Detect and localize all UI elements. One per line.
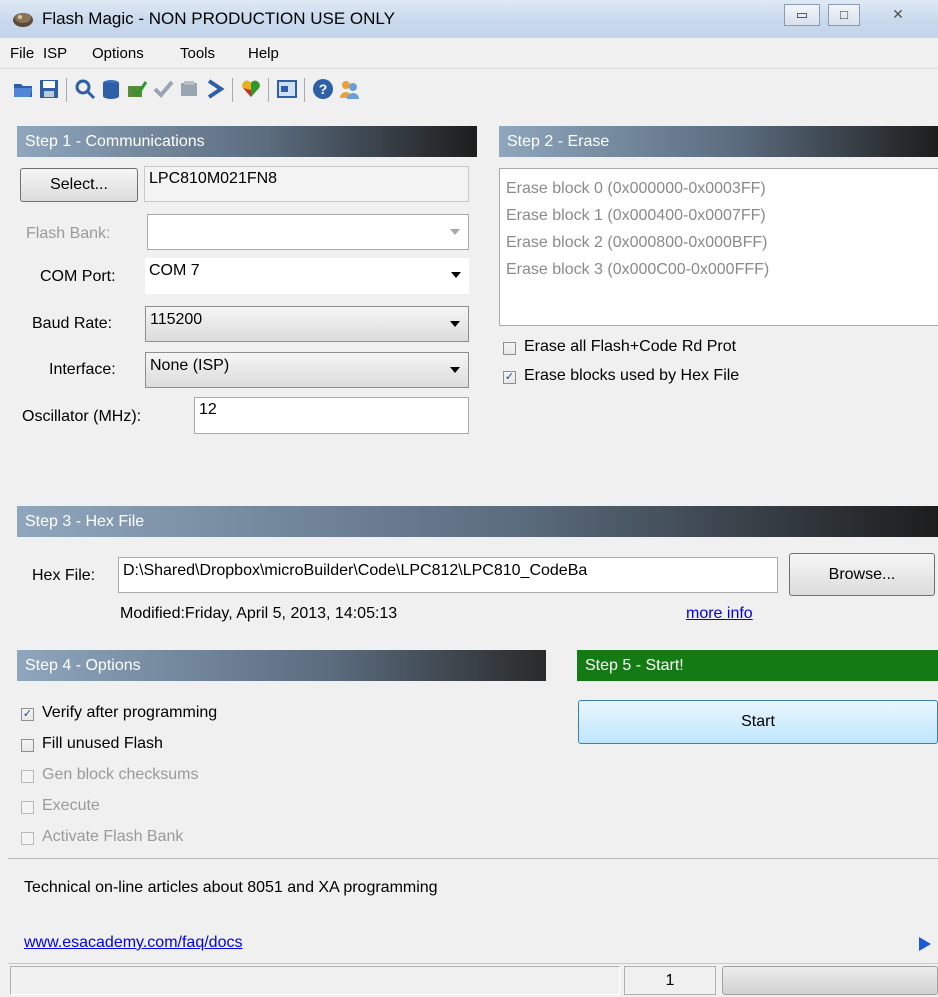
chevron-down-icon <box>450 229 460 235</box>
list-item[interactable]: Erase block 0 (0x000000-0x0003FF) <box>506 175 938 202</box>
maximize-button[interactable]: □ <box>828 4 860 26</box>
menu-file[interactable]: File <box>10 45 34 62</box>
status-panel <box>10 966 620 995</box>
status-bar: 1 <box>8 963 938 997</box>
menu-bar: File ISP Options Tools Help <box>0 38 938 69</box>
info-text: Technical on-line articles about 8051 an… <box>24 879 438 896</box>
hex-file-input[interactable]: D:\Shared\Dropbox\microBuilder\Code\LPC8… <box>118 557 778 593</box>
erase-all-checkbox[interactable] <box>503 342 516 355</box>
toolbar-separator <box>304 78 305 102</box>
baud-rate-select[interactable]: 115200 <box>145 306 469 342</box>
step2-header: Step 2 - Erase <box>499 126 938 157</box>
list-item[interactable]: Erase block 2 (0x000800-0x000BFF) <box>506 229 938 256</box>
com-port-select[interactable]: COM 7 <box>145 258 469 294</box>
fill-unused-checkbox[interactable] <box>21 739 34 752</box>
toolbar: ? <box>0 70 938 106</box>
fill-unused-label: Fill unused Flash <box>42 735 163 752</box>
erase-used-label: Erase blocks used by Hex File <box>524 367 740 384</box>
select-device-button[interactable]: Select... <box>20 168 138 202</box>
flash-bank-label: Flash Bank: <box>26 225 111 242</box>
flash-bank-select <box>147 214 469 250</box>
interface-value: None (ISP) <box>150 357 230 374</box>
close-button[interactable]: ✕ <box>868 4 928 26</box>
list-item[interactable]: Erase block 1 (0x000400-0x0007FF) <box>506 202 938 229</box>
device-field: LPC810M021FN8 <box>144 166 469 202</box>
save-icon[interactable] <box>38 78 60 100</box>
verify-checkbox[interactable]: ✓ <box>21 708 34 721</box>
verify-label: Verify after programming <box>42 704 218 721</box>
program-icon[interactable] <box>126 78 148 100</box>
list-item[interactable]: Erase block 3 (0x000C00-0x000FFF) <box>506 256 938 283</box>
maximize-icon: □ <box>840 7 848 22</box>
window-icon[interactable] <box>276 78 298 100</box>
browse-button[interactable]: Browse... <box>789 553 935 596</box>
activate-flash-bank-label: Activate Flash Bank <box>42 828 184 845</box>
com-port-value: COM 7 <box>149 262 200 279</box>
divider <box>8 858 938 859</box>
title-bar: Flash Magic - NON PRODUCTION USE ONLY ▭ … <box>0 0 938 39</box>
menu-options[interactable]: Options <box>92 45 144 62</box>
menu-help[interactable]: Help <box>248 45 279 62</box>
database-icon[interactable] <box>100 78 122 100</box>
heart-icon[interactable] <box>240 78 262 100</box>
blank-check-icon[interactable] <box>178 78 200 100</box>
erase-block-list[interactable]: Erase block 0 (0x000000-0x0003FF) Erase … <box>499 168 938 326</box>
start-button[interactable]: Start <box>578 700 938 744</box>
toolbar-separator <box>268 78 269 102</box>
com-port-label: COM Port: <box>40 268 116 285</box>
chevron-down-icon <box>450 367 460 373</box>
erase-used-checkbox[interactable]: ✓ <box>503 371 516 384</box>
arrow-right-icon[interactable] <box>918 936 932 952</box>
minimize-button[interactable]: ▭ <box>784 4 820 26</box>
app-icon <box>13 13 33 27</box>
gen-checksums-label: Gen block checksums <box>42 766 199 783</box>
step1-header: Step 1 - Communications <box>17 126 477 157</box>
toolbar-separator <box>232 78 233 102</box>
step4-header: Step 4 - Options <box>17 650 546 681</box>
execute-checkbox <box>21 801 34 814</box>
activate-flash-bank-checkbox <box>21 832 34 845</box>
step5-header: Step 5 - Start! <box>577 650 938 681</box>
hex-file-label: Hex File: <box>32 567 96 584</box>
go-icon[interactable] <box>204 78 226 100</box>
more-info-link[interactable]: more info <box>686 605 753 623</box>
window-title: Flash Magic - NON PRODUCTION USE ONLY <box>42 9 395 28</box>
search-icon[interactable] <box>74 78 96 100</box>
menu-isp[interactable]: ISP <box>43 45 67 62</box>
chevron-down-icon <box>450 321 460 327</box>
open-folder-icon[interactable] <box>12 78 34 100</box>
users-icon[interactable] <box>338 78 360 100</box>
svg-text:?: ? <box>319 81 328 97</box>
interface-select[interactable]: None (ISP) <box>145 352 469 388</box>
oscillator-input[interactable]: 12 <box>194 397 469 434</box>
verify-check-icon[interactable] <box>152 78 174 100</box>
oscillator-label: Oscillator (MHz): <box>22 408 142 425</box>
erase-all-label: Erase all Flash+Code Rd Prot <box>524 338 737 355</box>
toolbar-separator <box>66 78 67 102</box>
status-page: 1 <box>624 966 716 995</box>
baud-rate-value: 115200 <box>150 311 203 328</box>
progress-bar <box>722 966 938 995</box>
minimize-icon: ▭ <box>795 7 809 22</box>
chevron-down-icon <box>451 272 461 278</box>
help-icon[interactable]: ? <box>312 78 334 100</box>
esacademy-link[interactable]: www.esacademy.com/faq/docs <box>24 934 242 952</box>
gen-checksums-checkbox <box>21 770 34 783</box>
execute-label: Execute <box>42 797 100 814</box>
interface-label: Interface: <box>49 361 116 378</box>
menu-tools[interactable]: Tools <box>180 45 215 62</box>
step3-header: Step 3 - Hex File <box>17 506 938 537</box>
baud-rate-label: Baud Rate: <box>32 315 113 332</box>
modified-text: Modified:Friday, April 5, 2013, 14:05:13 <box>120 605 398 622</box>
close-icon: ✕ <box>892 6 904 22</box>
